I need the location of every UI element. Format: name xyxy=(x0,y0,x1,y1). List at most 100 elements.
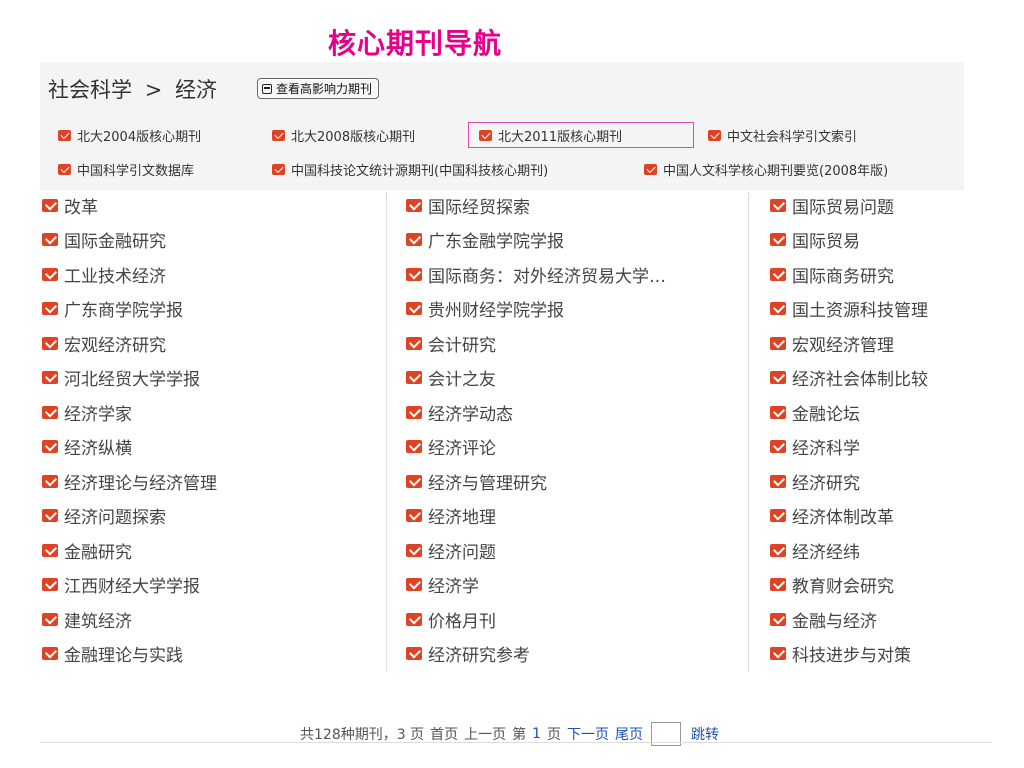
journal-item[interactable]: 会计之友 xyxy=(406,366,496,390)
mail-icon xyxy=(42,371,58,384)
category-label: 中文社会科学引文索引 xyxy=(727,129,858,145)
journal-item[interactable]: 工业技术经济 xyxy=(42,262,166,287)
mail-icon xyxy=(406,578,422,591)
mail-icon xyxy=(42,612,58,626)
mail-icon xyxy=(406,612,422,626)
mail-icon xyxy=(770,578,786,591)
journal-item[interactable]: 经济与管理研究 xyxy=(406,469,547,494)
mail-icon xyxy=(42,578,58,591)
mail-icon xyxy=(770,543,786,557)
last-page-link[interactable]: 尾页 xyxy=(615,724,643,744)
mail-icon xyxy=(644,163,657,175)
journal-item[interactable]: 经济学动态 xyxy=(406,400,513,425)
mail-icon xyxy=(42,267,58,281)
journal-item[interactable]: 国际贸易问题 xyxy=(770,193,894,218)
journal-title: 科技进步与对策 xyxy=(792,646,911,666)
journal-item[interactable]: 经济学 xyxy=(406,573,479,597)
journal-item[interactable]: 建筑经济 xyxy=(42,607,132,632)
journal-item[interactable]: 广东金融学院学报 xyxy=(406,228,564,252)
journal-item[interactable]: 经济纵横 xyxy=(42,435,132,459)
journal-item[interactable]: 经济理论与经济管理 xyxy=(42,469,217,494)
mail-icon xyxy=(770,647,786,660)
mail-icon xyxy=(406,474,422,488)
mail-icon xyxy=(42,233,58,246)
journal-item[interactable]: 金融理论与实践 xyxy=(42,642,183,666)
breadcrumb: 社会科学 > 经济 xyxy=(48,74,217,104)
journal-item[interactable]: 经济问题探索 xyxy=(42,504,166,528)
journal-item[interactable]: 国际经贸探索 xyxy=(406,193,530,218)
view-high-impact-button[interactable]: 查看高影响力期刊 xyxy=(257,78,380,99)
prev-page-link[interactable]: 上一页 xyxy=(464,724,506,744)
first-page-link[interactable]: 首页 xyxy=(430,724,458,744)
mail-icon xyxy=(770,336,786,350)
category-label: 北大2011版核心期刊 xyxy=(498,129,623,145)
journal-title: 宏观经济研究 xyxy=(64,335,166,356)
journal-item[interactable]: 经济评论 xyxy=(406,435,496,459)
journal-item[interactable]: 金融论坛 xyxy=(770,400,860,425)
category-cscd[interactable]: 中国科学引文数据库 xyxy=(58,158,194,180)
journal-title: 经济体制改革 xyxy=(792,508,894,528)
journal-title: 会计研究 xyxy=(428,335,496,356)
breadcrumb-current: 经济 xyxy=(174,78,217,102)
journal-item[interactable]: 会计研究 xyxy=(406,331,496,356)
mail-icon xyxy=(406,371,422,384)
journal-title: 广东金融学院学报 xyxy=(428,232,564,252)
bottom-rule xyxy=(40,742,992,743)
mail-icon xyxy=(406,198,422,212)
jump-button[interactable]: 跳转 xyxy=(691,724,719,744)
journal-title: 国际金融研究 xyxy=(64,232,166,252)
journal-item[interactable]: 改革 xyxy=(42,193,98,218)
journal-item[interactable]: 经济经纬 xyxy=(770,538,860,563)
category-cssci[interactable]: 中文社会科学引文索引 xyxy=(708,124,857,146)
category-pku-2011[interactable]: 北大2011版核心期刊 xyxy=(468,122,694,148)
journal-item[interactable]: 经济地理 xyxy=(406,504,496,528)
journal-item[interactable]: 国际商务研究 xyxy=(770,262,894,287)
journal-item[interactable]: 河北经贸大学学报 xyxy=(42,366,200,390)
journal-title: 经济学 xyxy=(428,577,479,597)
category-pku-2004[interactable]: 北大2004版核心期刊 xyxy=(58,124,201,146)
journal-title: 经济问题 xyxy=(428,542,496,563)
journal-item[interactable]: 广东商学院学报 xyxy=(42,297,183,321)
mail-icon xyxy=(406,509,422,522)
mail-icon xyxy=(708,129,721,141)
journal-title: 经济问题探索 xyxy=(64,508,166,528)
journal-title: 经济研究 xyxy=(792,473,860,494)
mail-icon xyxy=(770,233,786,246)
mail-icon xyxy=(406,440,422,453)
next-page-link[interactable]: 下一页 xyxy=(567,724,609,744)
breadcrumb-root[interactable]: 社会科学 xyxy=(48,78,132,102)
pager-ye: 页 xyxy=(547,727,562,743)
journal-item[interactable]: 国际商务：对外经济贸易大学… xyxy=(406,262,666,287)
journal-title: 经济学动态 xyxy=(428,404,513,425)
journal-item[interactable]: 宏观经济管理 xyxy=(770,331,894,356)
journal-item[interactable]: 宏观经济研究 xyxy=(42,331,166,356)
journal-item[interactable]: 经济科学 xyxy=(770,435,860,459)
category-pku-2008[interactable]: 北大2008版核心期刊 xyxy=(272,124,415,146)
journal-title: 经济社会体制比较 xyxy=(792,370,928,390)
journal-item[interactable]: 经济研究参考 xyxy=(406,642,530,666)
journal-item[interactable]: 经济学家 xyxy=(42,400,132,425)
category-humanities-2008[interactable]: 中国人文科学核心期刊要览(2008年版) xyxy=(644,158,888,180)
journal-item[interactable]: 经济社会体制比较 xyxy=(770,366,928,390)
journal-item[interactable]: 金融与经济 xyxy=(770,607,877,632)
journal-item[interactable]: 经济体制改革 xyxy=(770,504,894,528)
category-cstpcd[interactable]: 中国科技论文统计源期刊(中国科技核心期刊) xyxy=(272,158,548,180)
mail-icon xyxy=(406,233,422,246)
journal-item[interactable]: 价格月刊 xyxy=(406,607,496,632)
journal-item[interactable]: 科技进步与对策 xyxy=(770,642,911,666)
journal-item[interactable]: 国土资源科技管理 xyxy=(770,297,928,321)
mail-icon xyxy=(406,302,422,315)
journal-title: 国际贸易 xyxy=(792,232,860,252)
mail-icon xyxy=(42,543,58,557)
journal-item[interactable]: 国际贸易 xyxy=(770,228,860,252)
category-label: 北大2008版核心期刊 xyxy=(291,129,416,145)
journal-item[interactable]: 经济问题 xyxy=(406,538,496,563)
journal-item[interactable]: 金融研究 xyxy=(42,538,132,563)
journal-item[interactable]: 国际金融研究 xyxy=(42,228,166,252)
mail-icon xyxy=(42,405,58,419)
journal-item[interactable]: 经济研究 xyxy=(770,469,860,494)
mail-icon xyxy=(770,509,786,522)
journal-item[interactable]: 教育财会研究 xyxy=(770,573,894,597)
journal-item[interactable]: 贵州财经学院学报 xyxy=(406,297,564,321)
journal-item[interactable]: 江西财经大学学报 xyxy=(42,573,200,597)
